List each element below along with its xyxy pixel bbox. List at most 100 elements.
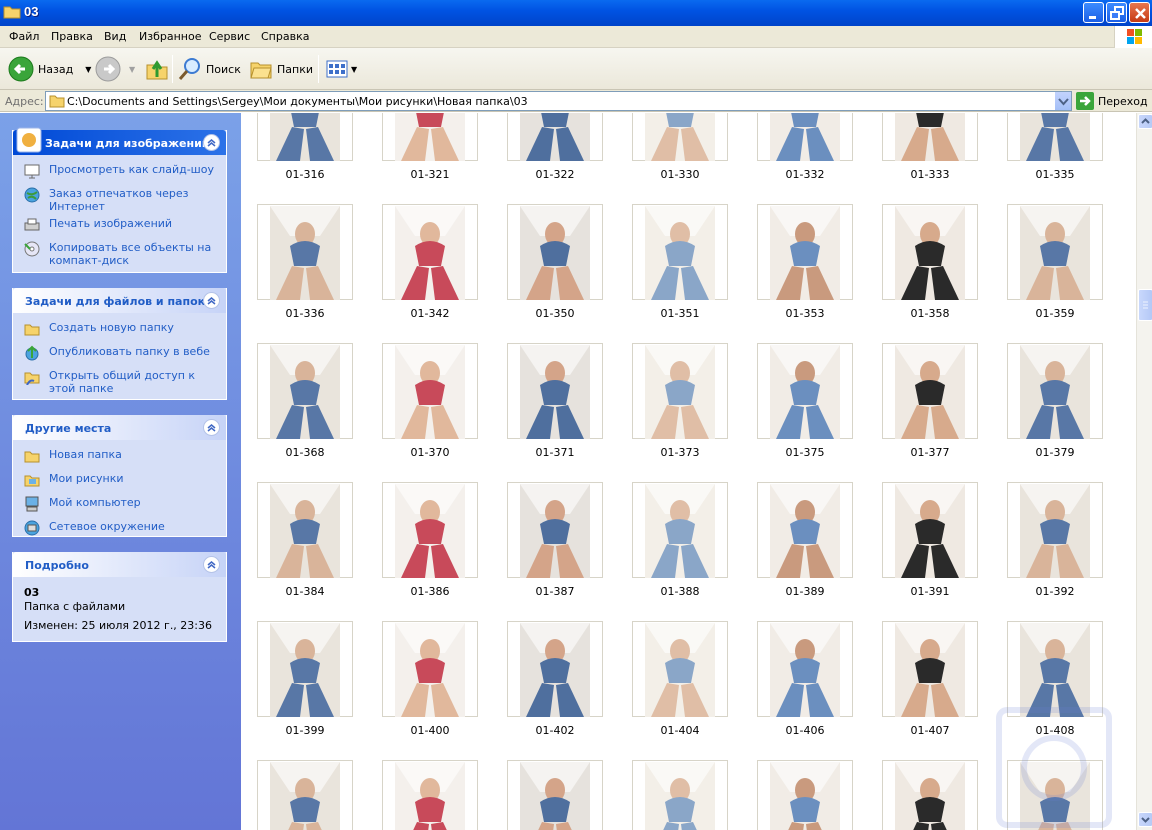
menu-edit[interactable]: Правка — [51, 30, 93, 43]
file-thumbnail[interactable] — [632, 343, 728, 439]
file-name[interactable]: 01-391 — [882, 585, 978, 598]
file-name[interactable]: 01-392 — [1007, 585, 1103, 598]
collapse-icon[interactable] — [203, 134, 220, 151]
print-images-link[interactable]: Печать изображений — [24, 217, 215, 237]
file-thumbnail[interactable] — [632, 621, 728, 717]
image-tasks-header[interactable]: Задачи для изображений — [13, 127, 226, 155]
maximize-button[interactable] — [1106, 2, 1127, 23]
file-thumbnail[interactable] — [507, 204, 603, 300]
file-thumbnail[interactable] — [382, 482, 478, 578]
file-thumbnail[interactable] — [632, 760, 728, 830]
file-name[interactable]: 01-353 — [757, 307, 853, 320]
file-name[interactable]: 01-373 — [632, 446, 728, 459]
file-thumbnail[interactable] — [1007, 204, 1103, 300]
place-my-computer[interactable]: Мой компьютер — [24, 496, 215, 516]
file-thumbnail[interactable] — [257, 621, 353, 717]
file-name[interactable]: 01-407 — [882, 724, 978, 737]
file-thumbnail[interactable] — [382, 343, 478, 439]
file-thumbnail[interactable] — [882, 760, 978, 830]
file-name[interactable]: 01-359 — [1007, 307, 1103, 320]
menu-tools[interactable]: Сервис — [209, 30, 250, 43]
file-thumbnail[interactable] — [757, 204, 853, 300]
file-thumbnail[interactable] — [257, 482, 353, 578]
file-name[interactable]: 01-370 — [382, 446, 478, 459]
file-name[interactable]: 01-335 — [1007, 168, 1103, 181]
file-name[interactable]: 01-350 — [507, 307, 603, 320]
file-name[interactable]: 01-322 — [507, 168, 603, 181]
file-name[interactable]: 01-333 — [882, 168, 978, 181]
file-thumbnail[interactable] — [757, 343, 853, 439]
file-thumbnail[interactable] — [882, 204, 978, 300]
file-thumbnail[interactable] — [632, 113, 728, 161]
file-thumbnail[interactable] — [257, 760, 353, 830]
file-name[interactable]: 01-386 — [382, 585, 478, 598]
file-name[interactable]: 01-387 — [507, 585, 603, 598]
file-name[interactable]: 01-330 — [632, 168, 728, 181]
file-name[interactable]: 01-332 — [757, 168, 853, 181]
file-thumbnail[interactable] — [1007, 482, 1103, 578]
forward-dropdown-icon[interactable]: ▼ — [129, 65, 135, 74]
file-thumbnail[interactable] — [257, 204, 353, 300]
file-name[interactable]: 01-404 — [632, 724, 728, 737]
file-name[interactable]: 01-371 — [507, 446, 603, 459]
other-places-header[interactable]: Другие места — [13, 415, 226, 440]
file-thumbnail[interactable] — [507, 482, 603, 578]
collapse-icon[interactable] — [203, 292, 220, 309]
address-dropdown-button[interactable] — [1054, 92, 1071, 110]
file-thumbnail[interactable] — [257, 113, 353, 161]
file-name[interactable]: 01-379 — [1007, 446, 1103, 459]
file-thumbnail[interactable] — [632, 482, 728, 578]
file-thumbnail[interactable] — [757, 621, 853, 717]
details-header[interactable]: Подробно — [13, 552, 226, 577]
file-name[interactable]: 01-406 — [757, 724, 853, 737]
folders-button[interactable]: Папки — [249, 54, 313, 84]
file-name[interactable]: 01-316 — [257, 168, 353, 181]
file-name[interactable]: 01-402 — [507, 724, 603, 737]
up-button[interactable] — [145, 54, 169, 84]
forward-button[interactable]: ▼ — [95, 54, 135, 84]
go-button[interactable]: Переход — [1076, 91, 1148, 111]
file-thumbnail[interactable] — [757, 482, 853, 578]
search-button[interactable]: Поиск — [178, 54, 241, 84]
file-name[interactable]: 01-358 — [882, 307, 978, 320]
file-name[interactable]: 01-389 — [757, 585, 853, 598]
file-thumbnail[interactable] — [382, 760, 478, 830]
file-thumbnail[interactable] — [507, 343, 603, 439]
new-folder-link[interactable]: Создать новую папку — [24, 321, 215, 341]
address-input[interactable]: C:\Documents and Settings\Sergey\Мои док… — [45, 91, 1072, 111]
place-network[interactable]: Сетевое окружение — [24, 520, 215, 540]
file-thumbnail[interactable] — [382, 113, 478, 161]
slideshow-link[interactable]: Просмотреть как слайд-шоу — [24, 163, 215, 183]
menu-file[interactable]: Файл — [9, 30, 39, 43]
close-button[interactable] — [1129, 2, 1150, 23]
file-name[interactable]: 01-336 — [257, 307, 353, 320]
file-name[interactable]: 01-384 — [257, 585, 353, 598]
file-thumbnail[interactable] — [882, 113, 978, 161]
share-folder-link[interactable]: Открыть общий доступ к этой папке — [24, 369, 215, 395]
file-name[interactable]: 01-342 — [382, 307, 478, 320]
copy-to-cd-link[interactable]: Копировать все объекты на компакт-диск — [24, 241, 215, 267]
file-thumbnail[interactable] — [507, 113, 603, 161]
file-thumbnail[interactable] — [757, 760, 853, 830]
file-thumbnail[interactable] — [507, 621, 603, 717]
publish-web-link[interactable]: Опубликовать папку в вебе — [24, 345, 215, 365]
file-tasks-header[interactable]: Задачи для файлов и папок — [13, 288, 226, 313]
place-new-folder[interactable]: Новая папка — [24, 448, 215, 468]
collapse-icon[interactable] — [203, 556, 220, 573]
menu-help[interactable]: Справка — [261, 30, 309, 43]
file-thumbnail[interactable] — [882, 343, 978, 439]
back-dropdown-icon[interactable]: ▼ — [85, 65, 91, 74]
file-thumbnail[interactable] — [882, 621, 978, 717]
file-thumbnail[interactable] — [1007, 113, 1103, 161]
file-thumbnail[interactable] — [507, 760, 603, 830]
place-my-pictures[interactable]: Мои рисунки — [24, 472, 215, 492]
file-thumbnail[interactable] — [1007, 343, 1103, 439]
file-name[interactable]: 01-375 — [757, 446, 853, 459]
views-button[interactable]: ▼ — [325, 54, 357, 84]
file-thumbnail[interactable] — [382, 621, 478, 717]
back-button[interactable]: Назад ▼ — [8, 54, 91, 84]
vertical-scrollbar[interactable] — [1136, 113, 1152, 830]
menu-view[interactable]: Вид — [104, 30, 126, 43]
scroll-thumb[interactable] — [1138, 289, 1152, 321]
collapse-icon[interactable] — [203, 419, 220, 436]
